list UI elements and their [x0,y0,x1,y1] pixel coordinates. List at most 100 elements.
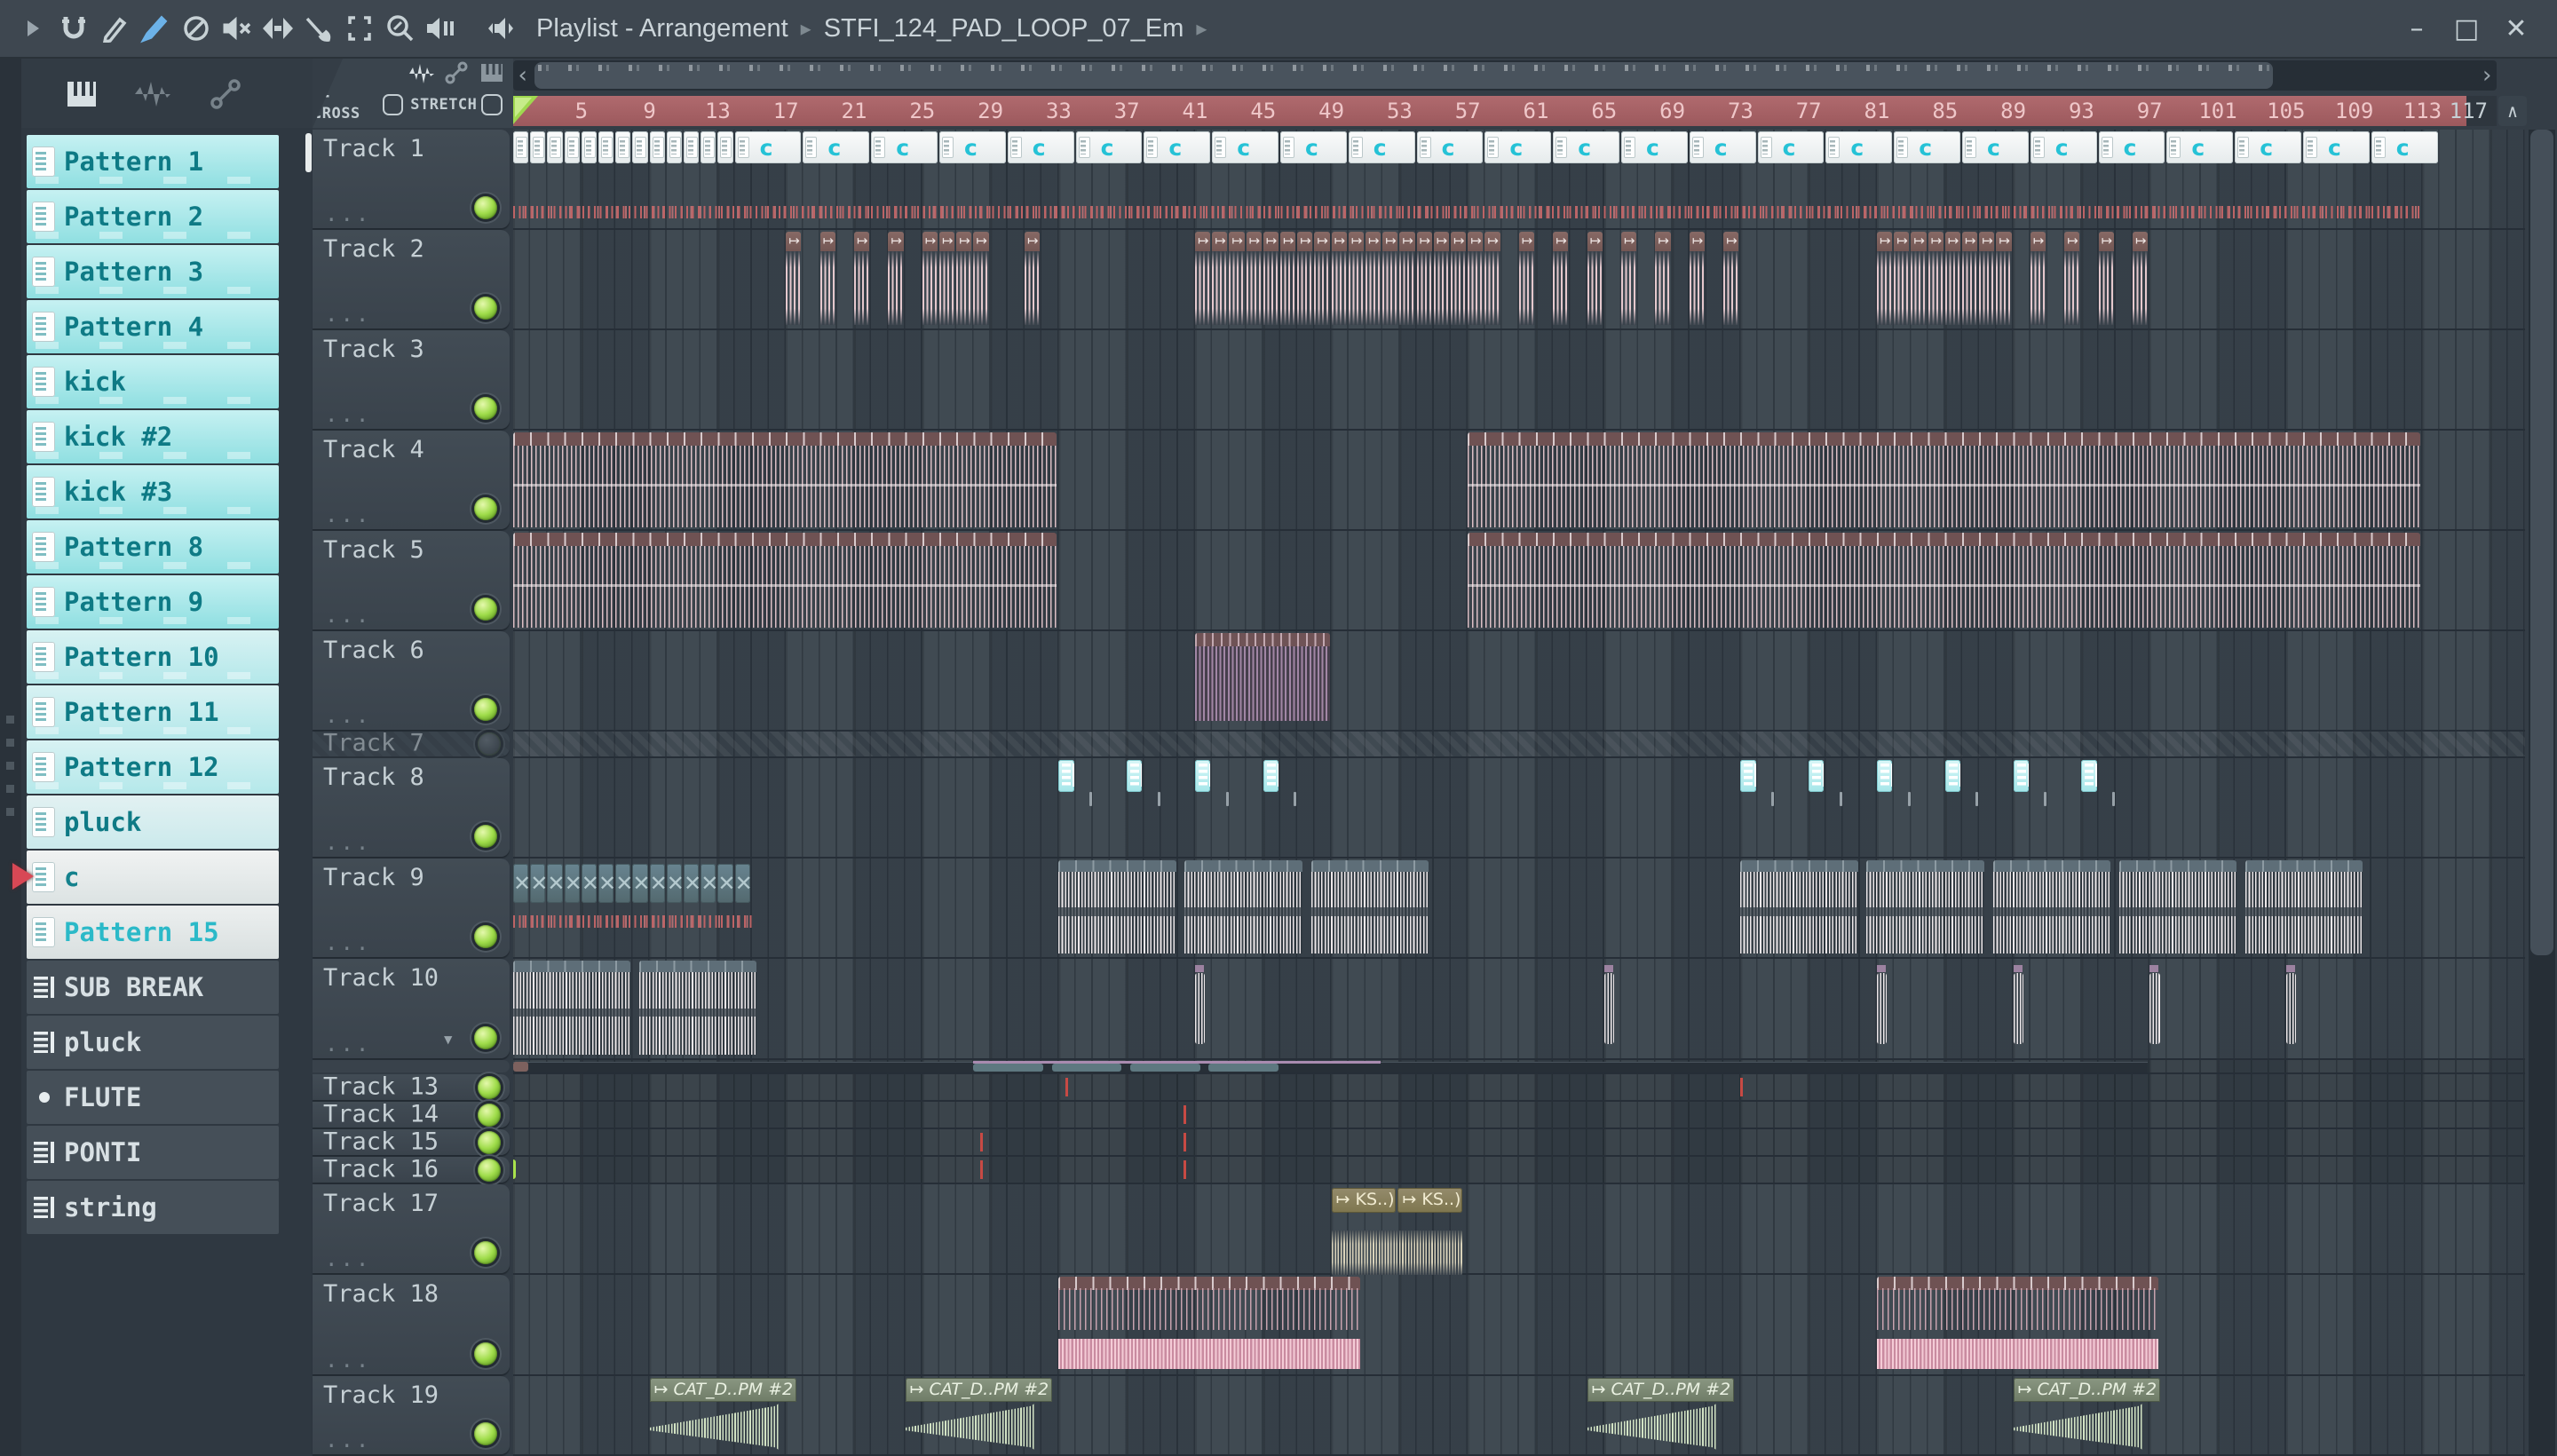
muted-clip[interactable]: ✕ [734,864,753,903]
audio-clip[interactable]: ↦ [1655,232,1671,325]
mini-clip[interactable] [1208,1064,1278,1072]
pattern-clip-c[interactable]: c [871,131,938,163]
pattern-clip-c[interactable]: c [1348,131,1415,163]
pattern-item-pattern-2[interactable]: Pattern 2 [27,190,279,243]
pattern-scrollbar-thumb[interactable] [305,133,312,172]
muted-clip[interactable]: ✕ [684,864,701,903]
track-options-dots[interactable]: ... [325,830,371,855]
track-options-dots[interactable]: ... [325,1348,371,1373]
track-row[interactable] [513,1157,2525,1184]
audio-clip[interactable] [1058,860,1177,954]
horizontal-scrollbar-thumb[interactable] [534,62,2273,89]
audio-clip[interactable] [2244,860,2363,954]
pattern-item-pattern-4[interactable]: Pattern 4 [27,300,279,353]
audio-clip[interactable]: ↦ [1996,232,2012,325]
track-options-dots[interactable]: ... [325,1032,371,1056]
audio-clip[interactable]: ↦ [1689,232,1706,325]
vertical-scrollbar[interactable] [2529,130,2555,1456]
pattern-item-pattern-11[interactable]: Pattern 11 [27,685,279,739]
track-enable-led[interactable] [474,597,497,621]
audio-clip[interactable]: ↦ [786,232,802,325]
pattern-clip[interactable] [1944,760,1960,792]
pattern-clip[interactable] [666,131,682,163]
playback-speaker-icon[interactable] [421,11,462,46]
audio-clip[interactable]: ↦ [1962,232,1978,325]
track-enable-led[interactable] [474,196,497,219]
pattern-clip[interactable] [632,131,648,163]
track-header-track-8[interactable]: Track 8... [313,758,510,857]
pattern-clip-c[interactable]: c [1212,131,1278,163]
audio-clip-cat[interactable]: ↦ CAT_D..PM #2 [649,1378,796,1452]
audio-clip[interactable]: ↦ [1877,232,1893,325]
track-enable-led[interactable] [474,297,497,320]
playlist-grid[interactable]: c c c c c c c c c c c c c c c c c c c c c c c c c ↦ ↦ ↦ ↦ ↦ ↦ ↦ ↦ ↦ ↦ ↦ ↦ ↦ ↦ ↦… [513,130,2525,1456]
pattern-clip[interactable] [1877,760,1893,792]
mini-clip[interactable] [973,1064,1044,1072]
audio-clip[interactable]: ↦ [1894,232,1910,325]
marker-tick[interactable] [980,1160,984,1179]
audio-clip[interactable]: ↦ [1348,232,1365,325]
pattern-clip[interactable] [513,131,529,163]
audio-clip[interactable]: ↦ [1297,232,1313,325]
play-icon[interactable] [12,11,53,46]
track-options-dots[interactable]: ... [325,1246,371,1271]
audio-clip[interactable]: ↦ [1928,232,1943,325]
zoom-icon[interactable] [380,11,421,46]
pattern-clip[interactable] [1195,760,1211,792]
track-options-dots[interactable]: ... [325,302,371,327]
muted-clip[interactable]: ✕ [717,864,736,903]
muted-clip[interactable]: ✕ [598,864,616,903]
pattern-item-c[interactable]: c [12,851,279,904]
audio-clip[interactable]: ↦ [1314,232,1330,325]
audio-hit-clip[interactable] [1877,965,1888,1044]
audio-clip[interactable] [1866,860,1985,954]
pattern-clip[interactable] [1058,760,1074,792]
breadcrumb-section[interactable]: Playlist - Arrangement [536,14,788,44]
muted-clip[interactable]: ✕ [513,864,531,903]
audio-clip[interactable]: ↦ [2133,232,2149,325]
pattern-clip-c[interactable]: c [1280,131,1347,163]
pattern-clip[interactable] [530,131,546,163]
audio-clip[interactable]: ↦ [854,232,870,325]
audio-clip[interactable]: ↦ [939,232,955,325]
track-options-dots[interactable]: ... [325,1428,371,1452]
audio-clip-region[interactable] [1468,533,2421,628]
audio-clip[interactable]: ↦ [922,232,938,325]
track-header-track-15[interactable]: Track 15 [313,1128,510,1155]
pattern-item-pluck[interactable]: pluck [27,1016,279,1069]
pattern-item-pattern-12[interactable]: Pattern 12 [27,740,279,794]
audio-clip[interactable]: ↦ [1944,232,1961,325]
track-header-track-1[interactable]: Track 1... [313,130,510,228]
audio-clip[interactable]: ↦ [1195,232,1211,325]
audio-clip[interactable]: ↦ [1484,232,1500,325]
audio-clip[interactable]: ↦ [973,232,989,325]
track-row[interactable] [513,959,2525,1060]
track-enable-led[interactable] [474,925,497,948]
clip-stub[interactable] [1839,792,1842,806]
pattern-clip-c[interactable]: c [1894,131,1960,163]
audio-clip[interactable]: ↦ [1331,232,1347,325]
audio-clip[interactable] [1058,1277,1361,1371]
pattern-clip[interactable] [547,131,563,163]
track-header-track-7[interactable]: Track 7 [313,729,510,756]
pattern-item-flute[interactable]: FLUTE [27,1071,279,1124]
audio-view-icon[interactable] [133,76,170,112]
maximize-button[interactable]: □ [2442,13,2491,44]
track-options-dots[interactable]: ... [325,402,371,427]
track-options-dots[interactable]: ... [325,502,371,527]
track-header-track-19[interactable]: Track 19... [313,1376,510,1454]
audio-clip[interactable]: ↦ [1468,232,1484,325]
pattern-clip[interactable] [1809,760,1825,792]
audio-clip[interactable] [513,961,631,1055]
track-row[interactable] [513,1184,2525,1275]
pattern-item-pattern-3[interactable]: Pattern 3 [27,245,279,298]
pattern-item-pattern-1[interactable]: Pattern 1 [27,135,279,188]
track-row[interactable] [513,1376,2525,1456]
audio-waveform[interactable] [1331,1230,1463,1275]
track-enable-led[interactable] [478,732,501,756]
minimize-button[interactable]: – [2392,13,2442,44]
audio-hit-clip[interactable] [2013,965,2024,1044]
mute-icon[interactable] [217,11,257,46]
marker-tick[interactable] [1183,1105,1186,1124]
panel-grip[interactable] [6,716,14,831]
